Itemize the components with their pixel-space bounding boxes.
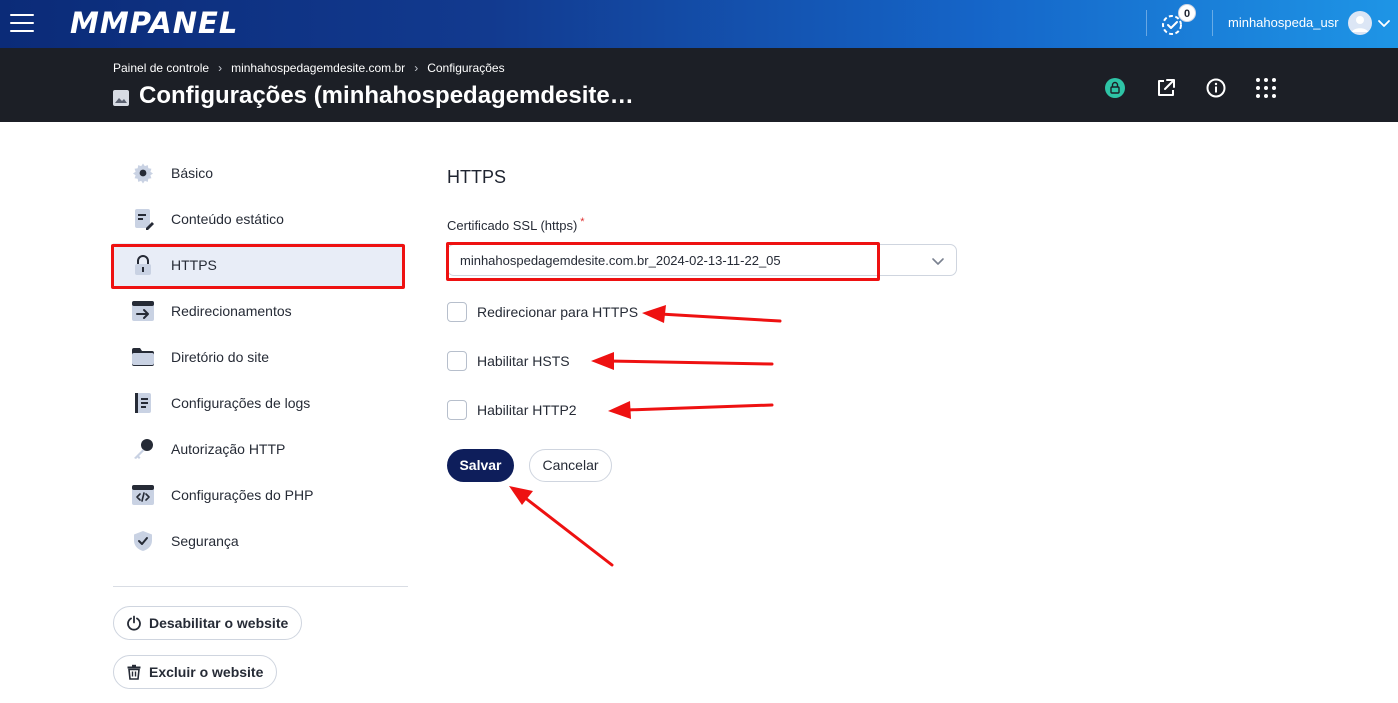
sidebar-item-https[interactable]: HTTPS [113,243,403,287]
trash-icon [127,664,141,680]
ssl-certificate-select[interactable]: minhahospedagemdesite.com.br_2024-02-13-… [447,244,957,276]
chevron-right-icon: › [414,61,419,75]
breadcrumb: Painel de controle › minhahospedagemdesi… [113,61,505,75]
apps-grid-icon[interactable] [1255,77,1277,99]
page-title: Configurações (minhahospedagemdesite… [139,82,634,109]
sidebar-item-label: Configurações de logs [171,395,311,411]
enable-hsts-checkbox[interactable] [447,351,467,371]
enable-hsts-label[interactable]: Habilitar HSTS [477,353,570,369]
enable-http2-checkbox-row[interactable]: Habilitar HTTP2 [447,400,577,420]
task-count-badge: 0 [1178,4,1196,22]
annotation-arrow [642,305,782,323]
sidebar-divider [113,586,408,587]
enable-http2-label[interactable]: Habilitar HTTP2 [477,402,577,418]
file-edit-icon [135,209,154,230]
info-icon[interactable] [1205,77,1227,99]
image-icon [113,90,129,106]
ssl-certificate-label: Certificado SSL (https) * [447,216,585,233]
sidebar-item-label: Autorização HTTP [171,441,286,457]
redirect-https-checkbox-row[interactable]: Redirecionar para HTTPS [447,302,638,322]
sidebar-item-label: Diretório do site [171,349,270,365]
sidebar-item-label: Conteúdo estático [171,211,284,227]
ssl-certificate-value: minhahospedagemdesite.com.br_2024-02-13-… [460,253,781,268]
key-icon [134,439,153,459]
topbar-divider [1146,10,1147,36]
redirect-https-label[interactable]: Redirecionar para HTTPS [477,304,638,320]
ssl-certificate-label-text: Certificado SSL (https) [447,218,578,233]
ssl-lock-badge-icon[interactable] [1104,77,1126,99]
annotation-arrow [509,486,614,567]
redirect-icon [132,301,154,321]
sidebar-item-label: Redirecionamentos [171,303,292,319]
sidebar-item-static-content[interactable]: Conteúdo estático [113,197,403,241]
sidebar-item-php-settings[interactable]: Configurações do PHP [113,473,403,517]
sidebar-item-security[interactable]: Segurança [113,519,403,563]
section-title: HTTPS [447,167,507,187]
power-icon [127,615,141,631]
sidebar-item-label: HTTPS [171,257,217,273]
user-avatar-icon[interactable] [1348,11,1372,35]
chevron-down-icon[interactable] [1376,15,1392,31]
delete-website-label: Excluir o website [149,664,264,680]
enable-http2-checkbox[interactable] [447,400,467,420]
shield-check-icon [134,531,152,551]
sidebar-item-log-settings[interactable]: Configurações de logs [113,381,403,425]
required-mark: * [580,216,585,228]
annotation-arrow [608,401,774,419]
annotation-arrow [591,352,774,370]
brand-logo[interactable]: MMPANEL [70,6,238,40]
external-link-icon[interactable] [1155,77,1177,99]
chevron-down-icon [932,258,944,265]
breadcrumb-item-settings: Configurações [427,61,505,75]
page-header: Painel de controle › minhahospedagemdesi… [0,48,1398,122]
username-label[interactable]: minhahospeda_usr [1228,15,1339,30]
delete-website-button[interactable]: Excluir o website [113,655,278,689]
cancel-button[interactable]: Cancelar [529,449,612,482]
sidebar-item-label: Segurança [171,533,239,549]
disable-website-button[interactable]: Desabilitar o website [113,606,303,640]
breadcrumb-item-domain[interactable]: minhahospedagemdesite.com.br [231,61,405,75]
folder-icon [132,348,154,366]
top-bar: MMPANEL 0 minhahospeda_usr [0,0,1398,48]
chevron-right-icon: › [218,61,223,75]
breadcrumb-item-control-panel[interactable]: Painel de controle [113,61,209,75]
topbar-divider [1212,10,1213,36]
sidebar-item-site-directory[interactable]: Diretório do site [113,335,403,379]
log-book-icon [135,393,151,413]
sidebar-item-basic[interactable]: Básico [113,151,403,195]
gear-icon [133,163,153,184]
code-window-icon [132,485,154,505]
lock-icon [135,255,151,275]
sidebar-item-label: Básico [171,165,214,181]
sidebar-item-redirects[interactable]: Redirecionamentos [113,289,403,333]
disable-website-label: Desabilitar o website [149,615,289,631]
save-button[interactable]: Salvar [447,449,514,482]
sidebar-item-label: Configurações do PHP [171,487,314,503]
enable-hsts-checkbox-row[interactable]: Habilitar HSTS [447,351,570,371]
menu-icon[interactable] [10,12,34,34]
sidebar-item-http-auth[interactable]: Autorização HTTP [113,427,403,471]
redirect-https-checkbox[interactable] [447,302,467,322]
